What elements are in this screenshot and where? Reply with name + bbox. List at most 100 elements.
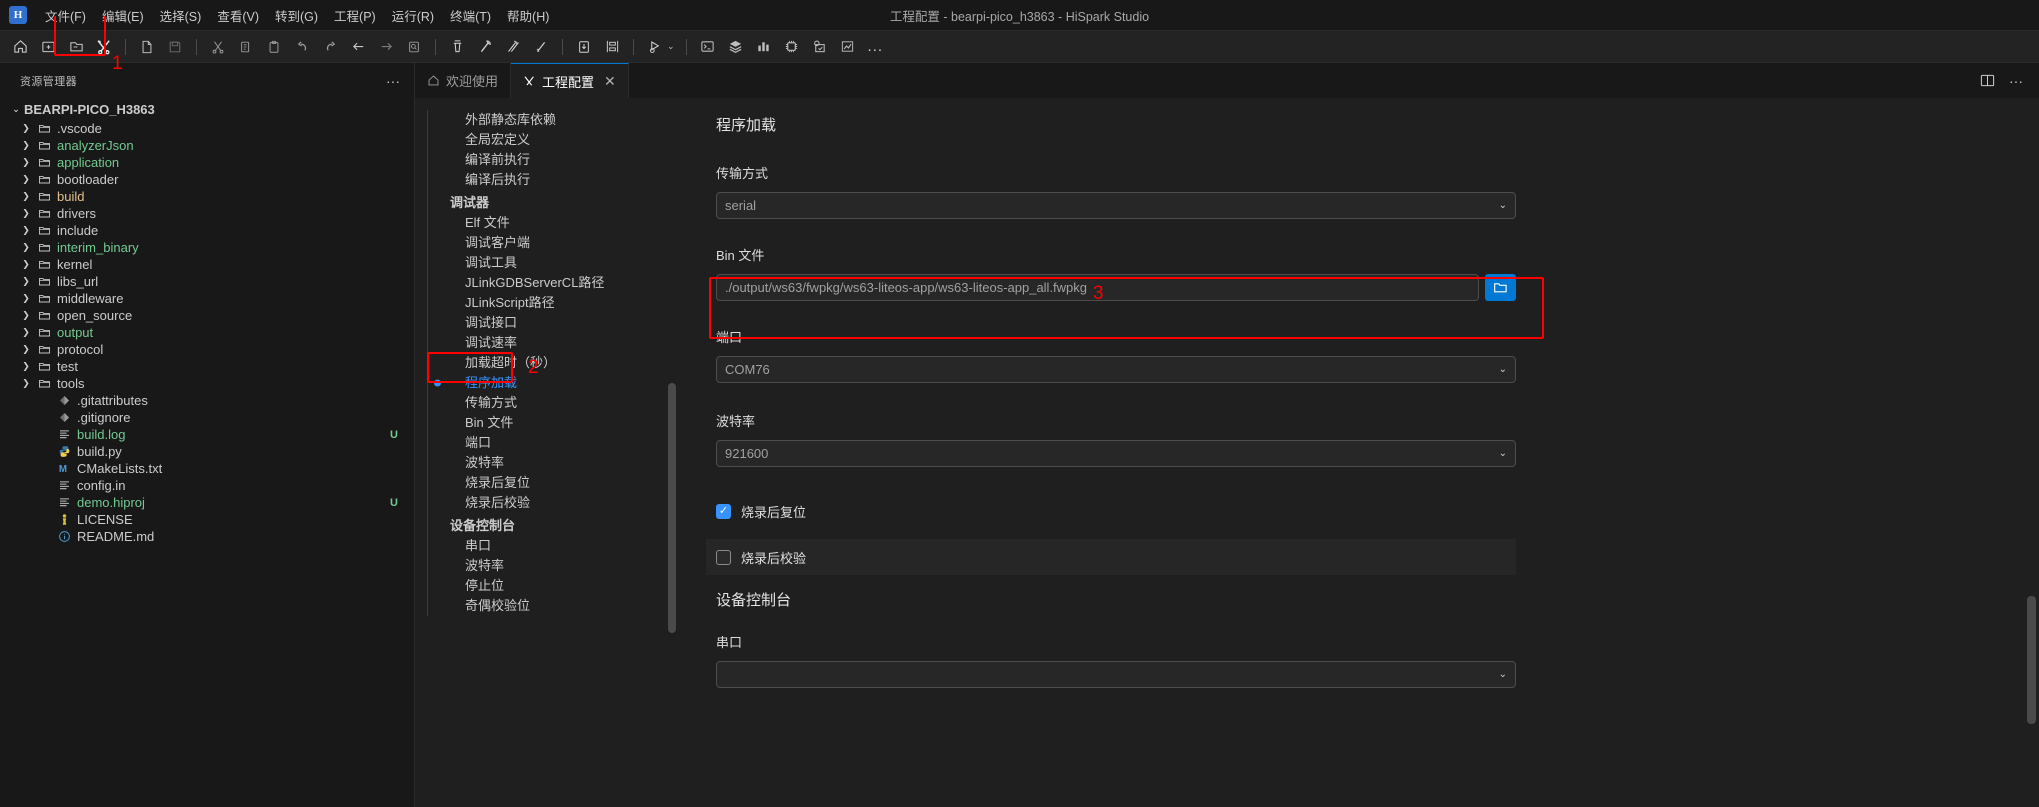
bin-file-input[interactable]: ./output/ws63/fwpkg/ws63-liteos-app/ws63… [716, 274, 1479, 301]
tree-item-cmakelists-txt[interactable]: M CMakeLists.txt [0, 460, 414, 477]
undo-icon[interactable] [291, 36, 313, 58]
clean-icon[interactable] [446, 36, 468, 58]
nav-item-23[interactable]: 停止位 [450, 576, 678, 596]
chevron-right-icon[interactable]: ❯ [18, 208, 34, 219]
nav-item-1[interactable]: 全局宏定义 [450, 130, 678, 150]
tree-item-demo-hiproj[interactable]: demo.hiproj U [0, 494, 414, 511]
menu-run[interactable]: 运行(R) [384, 2, 442, 29]
find-icon[interactable] [403, 36, 425, 58]
nav-item-14[interactable]: 传输方式 [450, 393, 678, 413]
tree-item-output[interactable]: ❯ output [0, 324, 414, 341]
reset-after-flash-row[interactable]: ✓ 烧录后复位 [706, 493, 2011, 529]
tree-item-build[interactable]: ❯ build [0, 188, 414, 205]
nav-item-11[interactable]: 调试速率 [450, 333, 678, 353]
rebuild-icon[interactable] [502, 36, 524, 58]
device-config-icon[interactable] [809, 36, 831, 58]
tree-item-readme-md[interactable]: README.md [0, 528, 414, 545]
chevron-right-icon[interactable]: ❯ [18, 327, 34, 338]
chevron-right-icon[interactable]: ❯ [18, 174, 34, 185]
bin-file-browse-button[interactable] [1485, 274, 1516, 301]
paste-icon[interactable] [263, 36, 285, 58]
chevron-right-icon[interactable]: ❯ [18, 140, 34, 151]
tree-item-test[interactable]: ❯ test [0, 358, 414, 375]
redo-icon[interactable] [319, 36, 341, 58]
nav-item-6[interactable]: 调试客户端 [450, 233, 678, 253]
tree-item-build-py[interactable]: build.py [0, 443, 414, 460]
menu-help[interactable]: 帮助(H) [499, 2, 557, 29]
tree-item--gitattributes[interactable]: .gitattributes [0, 392, 414, 409]
chevron-down-icon[interactable]: ⌄ [8, 104, 24, 115]
tree-item-application[interactable]: ❯ application [0, 154, 414, 171]
serial-config-icon[interactable] [601, 36, 623, 58]
tree-item-bootloader[interactable]: ❯ bootloader [0, 171, 414, 188]
tab-project-config[interactable]: 工程配置 ✕ [511, 63, 629, 98]
chevron-right-icon[interactable]: ❯ [18, 242, 34, 253]
tree-item-interim-binary[interactable]: ❯ interim_binary [0, 239, 414, 256]
save-icon[interactable] [164, 36, 186, 58]
nav-item-7[interactable]: 调试工具 [450, 253, 678, 273]
tree-item-include[interactable]: ❯ include [0, 222, 414, 239]
console-serial-select[interactable]: ⌄ [716, 661, 1516, 688]
tree-item-libs-url[interactable]: ❯ libs_url [0, 273, 414, 290]
chip-icon[interactable] [781, 36, 803, 58]
nav-item-18[interactable]: 烧录后复位 [450, 473, 678, 493]
nav-item-8[interactable]: JLinkGDBServerCL路径 [450, 273, 678, 293]
chevron-right-icon[interactable]: ❯ [18, 225, 34, 236]
nav-item-19[interactable]: 烧录后校验 [450, 493, 678, 513]
chevron-right-icon[interactable]: ❯ [18, 123, 34, 134]
tree-item-middleware[interactable]: ❯ middleware [0, 290, 414, 307]
tree-item-analyzerjson[interactable]: ❯ analyzerJson [0, 137, 414, 154]
port-select[interactable]: COM76 ⌄ [716, 356, 1516, 383]
tools-icon[interactable] [93, 36, 115, 58]
nav-item-12[interactable]: 加载超时（秒） [450, 353, 678, 373]
menu-view[interactable]: 查看(V) [209, 2, 267, 29]
reset-after-flash-checkbox[interactable]: ✓ [716, 503, 731, 519]
tree-item--gitignore[interactable]: .gitignore [0, 409, 414, 426]
close-icon[interactable]: ✕ [604, 73, 616, 90]
cut-icon[interactable] [207, 36, 229, 58]
chevron-right-icon[interactable]: ❯ [18, 361, 34, 372]
baud-rate-select[interactable]: 921600 ⌄ [716, 440, 1516, 467]
terminal-icon[interactable] [697, 36, 719, 58]
tree-item-protocol[interactable]: ❯ protocol [0, 341, 414, 358]
chart-bar-icon[interactable] [753, 36, 775, 58]
explorer-more-button[interactable]: ··· [386, 73, 400, 89]
home-icon[interactable] [9, 36, 31, 58]
chevron-right-icon[interactable]: ❯ [18, 157, 34, 168]
menu-file[interactable]: 文件(F) [37, 2, 94, 29]
nav-item-22[interactable]: 波特率 [450, 556, 678, 576]
tree-item-tools[interactable]: ❯ tools [0, 375, 414, 392]
verify-after-flash-row[interactable]: 烧录后校验 [706, 539, 1516, 575]
trend-icon[interactable] [837, 36, 859, 58]
nav-item-16[interactable]: 端口 [450, 433, 678, 453]
nav-item-2[interactable]: 编译前执行 [450, 150, 678, 170]
tree-item-drivers[interactable]: ❯ drivers [0, 205, 414, 222]
back-arrow-icon[interactable] [347, 36, 369, 58]
nav-item-17[interactable]: 波特率 [450, 453, 678, 473]
nav-item-3[interactable]: 编译后执行 [450, 170, 678, 190]
tree-item-config-in[interactable]: config.in [0, 477, 414, 494]
menu-project[interactable]: 工程(P) [326, 2, 384, 29]
tree-item-build-log[interactable]: build.log U [0, 426, 414, 443]
nav-item-9[interactable]: JLinkScript路径 [450, 293, 678, 313]
copy-icon[interactable] [235, 36, 257, 58]
toolbar-more-button[interactable]: ... [862, 38, 890, 55]
tree-item-kernel[interactable]: ❯ kernel [0, 256, 414, 273]
new-file-icon[interactable] [136, 36, 158, 58]
tree-item-open-source[interactable]: ❯ open_source [0, 307, 414, 324]
menu-terminal[interactable]: 终端(T) [442, 2, 499, 29]
chevron-right-icon[interactable]: ❯ [18, 310, 34, 321]
nav-item-10[interactable]: 调试接口 [450, 313, 678, 333]
config-nav-scrollbar[interactable] [668, 383, 676, 633]
debug-run-icon[interactable] [644, 36, 666, 58]
nav-item-0[interactable]: 外部静态库依赖 [450, 110, 678, 130]
settings-scrollbar[interactable] [2027, 596, 2036, 724]
tree-item-license[interactable]: LICENSE [0, 511, 414, 528]
editor-more-button[interactable]: ··· [2009, 73, 2023, 89]
open-folder-icon[interactable] [65, 36, 87, 58]
chevron-down-icon[interactable]: ⌄ [667, 41, 675, 52]
nav-item-15[interactable]: Bin 文件 [450, 413, 678, 433]
download-icon[interactable] [573, 36, 595, 58]
tree-item--vscode[interactable]: ❯ .vscode [0, 120, 414, 137]
build-all-icon[interactable] [530, 36, 552, 58]
